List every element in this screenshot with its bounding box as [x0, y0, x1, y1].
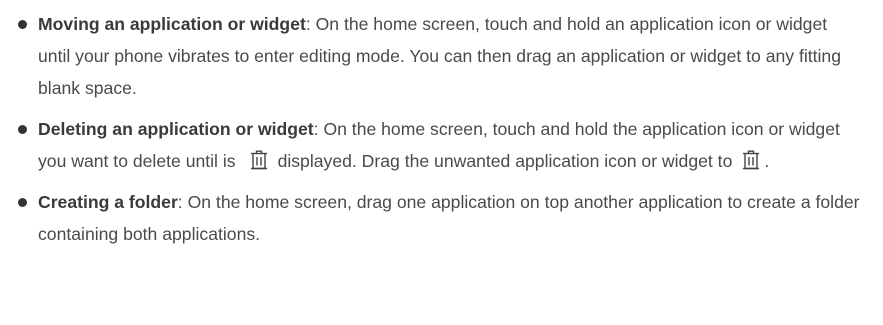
bullet-icon	[18, 197, 27, 207]
bullet-icon	[18, 124, 27, 134]
list-item-deleting: Deleting an application or widget: On th…	[0, 113, 863, 177]
item-term: Deleting an application or widget	[38, 119, 314, 139]
bullet-list: Moving an application or widget: On the …	[0, 8, 863, 250]
trash-icon	[742, 150, 760, 170]
item-text: .	[764, 151, 770, 171]
item-term: Creating a folder	[38, 192, 178, 212]
trash-icon	[250, 150, 268, 170]
item-text: displayed. Drag the unwanted application…	[277, 151, 733, 171]
item-term: Moving an application or widget	[38, 14, 306, 34]
list-item-folder: Creating a folder: On the home screen, d…	[0, 186, 863, 250]
document-body: Moving an application or widget: On the …	[0, 0, 883, 325]
list-item-moving: Moving an application or widget: On the …	[0, 8, 863, 104]
bullet-icon	[18, 19, 27, 29]
